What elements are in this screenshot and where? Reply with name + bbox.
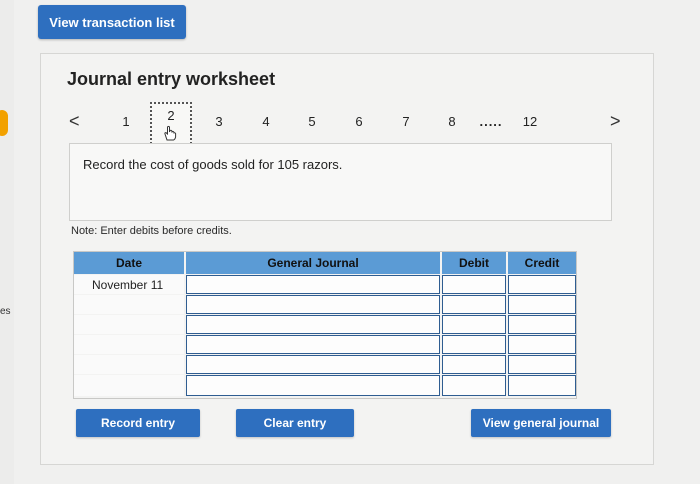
debit-column-header: Debit: [442, 252, 506, 274]
page-5[interactable]: 5: [302, 114, 322, 129]
transaction-prompt: Record the cost of goods sold for 105 ra…: [83, 157, 343, 172]
date-cell: November 11: [74, 275, 184, 294]
page-12[interactable]: 12: [520, 114, 540, 129]
credit-input[interactable]: [508, 275, 576, 294]
next-page-arrow[interactable]: >: [610, 111, 621, 132]
date-value: November 11: [92, 278, 164, 292]
clear-entry-button[interactable]: Clear entry: [236, 409, 354, 437]
credit-input[interactable]: [508, 315, 576, 334]
record-entry-button[interactable]: Record entry: [76, 409, 200, 437]
prev-page-arrow[interactable]: <: [69, 111, 80, 132]
left-edge-text: es: [0, 306, 11, 317]
page-6[interactable]: 6: [349, 114, 369, 129]
page-8[interactable]: 8: [442, 114, 462, 129]
progress-marker: [0, 110, 8, 136]
pager-ellipsis: .....: [479, 114, 503, 129]
credit-input[interactable]: [508, 295, 576, 314]
page-2-current[interactable]: 2: [150, 102, 192, 148]
date-cell[interactable]: [74, 375, 184, 396]
date-cell[interactable]: [74, 355, 184, 374]
page-4[interactable]: 4: [256, 114, 276, 129]
credit-input[interactable]: [508, 335, 576, 354]
account-input[interactable]: [186, 335, 440, 354]
debit-input[interactable]: [442, 355, 506, 374]
page-3[interactable]: 3: [209, 114, 229, 129]
account-input[interactable]: [186, 275, 440, 294]
entry-note: Note: Enter debits before credits.: [71, 225, 232, 237]
hand-pointer-icon: [164, 125, 177, 141]
page-7[interactable]: 7: [396, 114, 416, 129]
page-1[interactable]: 1: [116, 114, 136, 129]
account-input[interactable]: [186, 295, 440, 314]
account-input[interactable]: [186, 315, 440, 334]
debit-input[interactable]: [442, 375, 506, 396]
journal-entry-worksheet-panel: Journal entry worksheet < 1 2 3 4 5 6 7 …: [40, 53, 654, 465]
debit-input[interactable]: [442, 315, 506, 334]
account-input[interactable]: [186, 375, 440, 396]
worksheet-pager: < 1 2 3 4 5 6 7 8 ..... 12 >: [61, 102, 641, 148]
worksheet-title: Journal entry worksheet: [67, 69, 276, 89]
general-journal-column-header: General Journal: [186, 252, 440, 274]
credit-input[interactable]: [508, 355, 576, 374]
debit-input[interactable]: [442, 335, 506, 354]
account-input[interactable]: [186, 355, 440, 374]
credit-column-header: Credit: [508, 252, 576, 274]
left-edge-strip: [0, 0, 14, 484]
debit-input[interactable]: [442, 275, 506, 294]
date-cell[interactable]: [74, 315, 184, 334]
credit-input[interactable]: [508, 375, 576, 396]
date-column-header: Date: [74, 252, 184, 274]
transaction-prompt-box: Record the cost of goods sold for 105 ra…: [69, 143, 612, 221]
journal-entry-table: Date General Journal Debit Credit Novemb…: [73, 251, 577, 399]
date-cell[interactable]: [74, 295, 184, 314]
view-general-journal-button[interactable]: View general journal: [471, 409, 611, 437]
date-cell[interactable]: [74, 335, 184, 354]
current-page-number: 2: [167, 108, 175, 123]
view-transaction-list-button[interactable]: View transaction list: [38, 5, 186, 39]
debit-input[interactable]: [442, 295, 506, 314]
